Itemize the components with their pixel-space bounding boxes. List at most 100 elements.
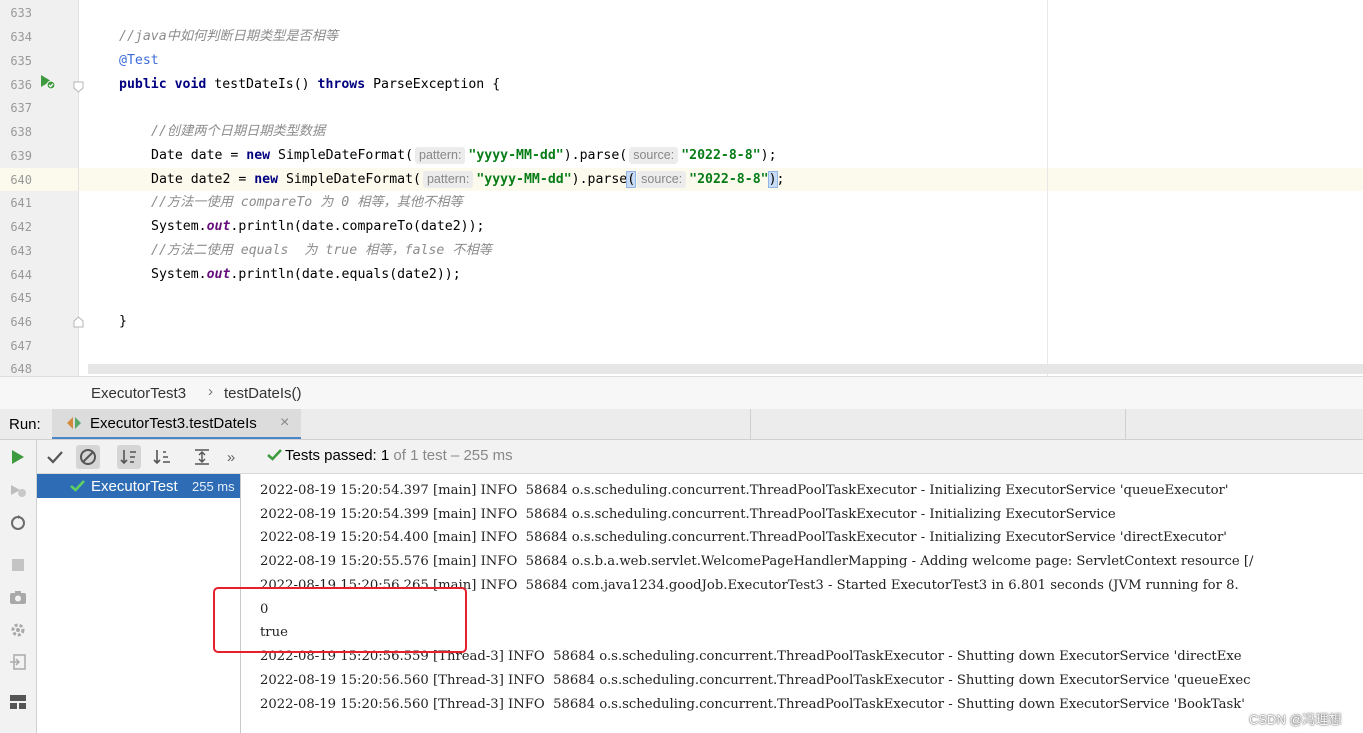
highlight-annotation-box — [213, 587, 467, 653]
run-label: Run: — [9, 416, 41, 433]
toggle-auto-test-icon[interactable] — [8, 513, 28, 533]
line-number: 637 — [10, 101, 32, 115]
keyword: new — [246, 148, 271, 163]
matched-paren: ( — [626, 171, 637, 188]
expand-all-icon[interactable] — [190, 445, 214, 469]
run-test-gutter-icon[interactable] — [38, 73, 56, 96]
code-text: ParseException { — [365, 77, 501, 92]
console-line: 2022-08-19 15:20:54.400 [main] INFO 5868… — [260, 530, 1227, 545]
show-passed-checkmark-icon[interactable] — [43, 445, 67, 469]
code-text: System. — [151, 267, 207, 282]
code-closing-brace: } — [119, 314, 127, 329]
close-tab-icon[interactable]: × — [280, 414, 289, 432]
code-text: ).parse — [571, 172, 628, 187]
code-text: Date date2 = — [151, 172, 255, 187]
stop-icon[interactable] — [8, 555, 28, 575]
line-number: 645 — [10, 291, 32, 305]
param-hint: pattern: — [415, 147, 466, 164]
run-config-icon — [66, 416, 82, 435]
breadcrumb-method[interactable]: testDateIs() — [224, 385, 302, 402]
method-name: testDateIs() — [206, 77, 318, 92]
pass-checkmark-icon — [267, 448, 282, 465]
line-number: 634 — [10, 30, 32, 44]
code-text: ); — [760, 148, 777, 163]
run-tool-window-header: Run: ExecutorTest3.testDateIs × — [0, 409, 1363, 440]
tests-passed-summary: of 1 test – 255 ms — [389, 447, 513, 464]
sort-alphabetically-icon[interactable] — [117, 445, 141, 469]
line-number: 640 — [10, 173, 32, 187]
param-hint: pattern: — [422, 171, 474, 188]
run-tab[interactable]: ExecutorTest3.testDateIs × — [52, 409, 301, 439]
camera-icon[interactable] — [8, 587, 28, 607]
sort-by-duration-icon[interactable] — [150, 445, 174, 469]
line-number: 646 — [10, 315, 32, 329]
line-number: 644 — [10, 268, 32, 282]
line-number: 643 — [10, 244, 32, 258]
keyword: public — [119, 77, 167, 92]
test-tree-item-label: ExecutorTest — [91, 478, 178, 495]
line-number: 639 — [10, 149, 32, 163]
param-hint: source: — [629, 147, 679, 164]
horizontal-scrollbar[interactable] — [88, 364, 1363, 374]
rerun-icon[interactable] — [8, 447, 28, 467]
line-number: 636 — [10, 78, 32, 92]
header-divider — [1125, 409, 1126, 439]
test-tree-item[interactable]: ExecutorTest 255 ms — [37, 474, 240, 498]
keyword: new — [254, 172, 279, 187]
static-field: out — [206, 219, 231, 234]
keyword: throws — [317, 77, 366, 92]
tests-passed-count: 1 — [380, 447, 390, 464]
code-comment: //java中如何判断日期类型是否相等 — [119, 29, 339, 44]
code-comment: //方法一使用 compareTo 为 0 相等，其他不相等 — [151, 195, 463, 210]
test-passed-icon — [70, 479, 85, 497]
code-text: SimpleDateFormat( — [278, 172, 421, 187]
console-line: 2022-08-19 15:20:56.560 [Thread-3] INFO … — [260, 673, 1251, 688]
code-editor[interactable]: 633 634 635 636 637 638 639 640 641 642 … — [0, 0, 1363, 376]
test-results-tree: ExecutorTest 255 ms — [37, 474, 241, 733]
breadcrumb-class[interactable]: ExecutorTest3 — [91, 385, 186, 402]
code-text: ).parse( — [563, 148, 628, 163]
string-literal: "2022-8-8" — [689, 172, 769, 187]
code-comment: //方法二使用 equals 为 true 相等，false 不相等 — [151, 243, 492, 258]
console-line: 2022-08-19 15:20:54.397 [main] INFO 5868… — [260, 483, 1229, 498]
code-text: System. — [151, 219, 207, 234]
run-tab-label: ExecutorTest3.testDateIs — [90, 415, 257, 432]
string-literal: "2022-8-8" — [681, 148, 761, 163]
test-results-toolbar: » Tests passed: 1 of 1 test – 255 ms — [37, 440, 1363, 474]
line-number: 642 — [10, 220, 32, 234]
code-text: Date date = — [151, 148, 247, 163]
code-line-642: System.out.println(date.compareTo(date2)… — [151, 217, 484, 237]
right-margin-guide — [1047, 0, 1048, 376]
fold-marker-icon[interactable] — [73, 315, 84, 328]
settings-gear-icon[interactable] — [8, 620, 28, 640]
run-side-toolbar — [0, 440, 37, 733]
line-number: 638 — [10, 125, 32, 139]
string-literal: "yyyy-MM-dd" — [476, 172, 572, 187]
test-tree-item-time: 255 ms — [192, 479, 235, 494]
line-number: 641 — [10, 196, 32, 210]
import-icon[interactable] — [8, 652, 28, 672]
code-text: ; — [776, 172, 785, 187]
breadcrumb: ExecutorTest3 › testDateIs() — [0, 376, 1363, 410]
code-line-640: Date date2 = new SimpleDateFormat(patter… — [151, 170, 784, 190]
line-number: 635 — [10, 54, 32, 68]
code-text: .println(date.equals(date2)); — [230, 267, 461, 282]
code-text: SimpleDateFormat( — [270, 148, 414, 163]
code-method-signature: public void testDateIs() throws ParseExc… — [119, 75, 500, 95]
param-hint: source: — [637, 171, 687, 188]
breadcrumb-separator: › — [208, 383, 213, 400]
header-divider — [750, 409, 751, 439]
line-number: 647 — [10, 339, 32, 353]
code-annotation: @Test — [119, 53, 159, 68]
watermark: CSDN @冯理想 — [1249, 712, 1342, 727]
more-actions-icon[interactable]: » — [219, 445, 243, 469]
fold-marker-icon[interactable] — [73, 80, 84, 93]
show-ignored-icon[interactable] — [76, 445, 100, 469]
tests-passed-label: Tests passed: — [285, 447, 381, 464]
static-field: out — [206, 267, 231, 282]
line-number: 633 — [10, 6, 32, 20]
line-number: 648 — [10, 362, 32, 376]
layout-icon[interactable] — [8, 692, 28, 712]
keyword: void — [174, 77, 207, 92]
rerun-failed-icon[interactable] — [8, 480, 28, 500]
